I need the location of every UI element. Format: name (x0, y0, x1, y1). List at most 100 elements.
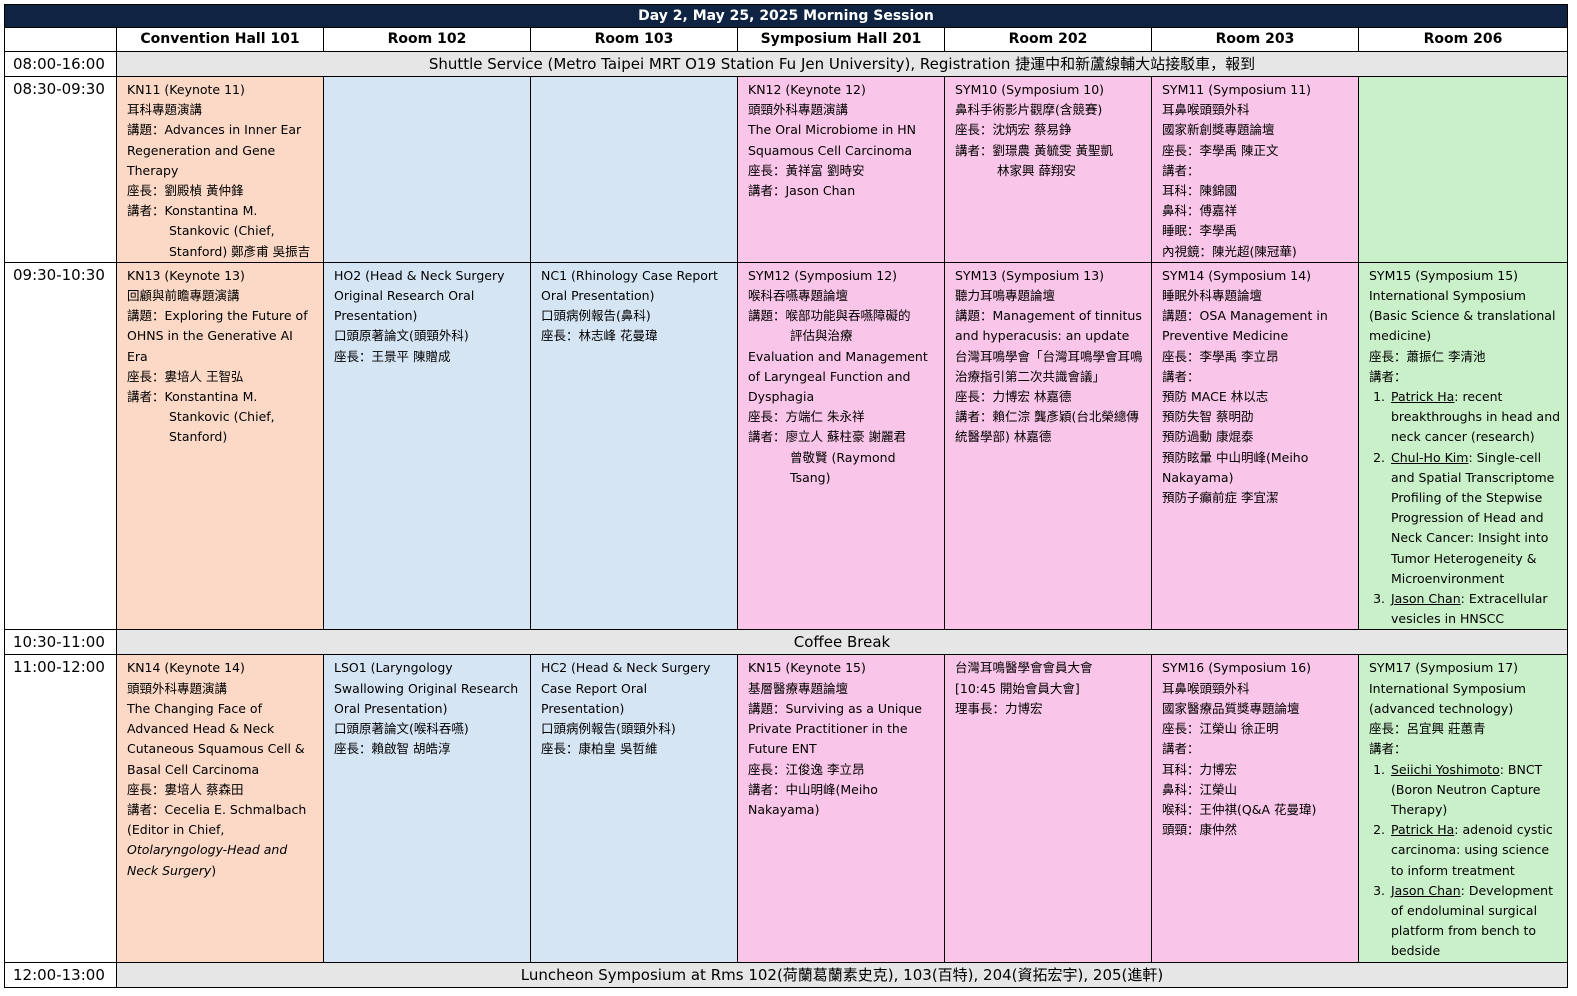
header-row: Convention Hall 101 Room 102 Room 103 Sy… (4, 27, 1568, 52)
session-empty-room-206 (1358, 76, 1568, 263)
session-speakers-label: 講者： (1369, 741, 1407, 757)
session-kn12: KN12 (Keynote 12) 頭頸外科專題演講 The Oral Micr… (737, 76, 945, 263)
speaker-link[interactable]: Chul-Ho Kim (1391, 450, 1468, 465)
session-topic: 講題：Advances in Inner Ear Regeneration an… (127, 122, 302, 178)
coffee-banner: Coffee Break (116, 629, 1568, 656)
session-topic: 講題：喉部功能與吞嚥障礙的 (748, 308, 911, 324)
session-zh-title: 鼻科手術影片觀摩(含競賽) (955, 102, 1103, 118)
session-kn14: KN14 (Keynote 14) 頭頸外科專題演講 The Changing … (116, 654, 324, 963)
header-symposium-hall-201: Symposium Hall 201 (737, 27, 945, 52)
session-sym13: SYM13 (Symposium 13) 聽力耳鳴專題論壇 講題：Managem… (944, 261, 1152, 631)
session-speakers-label: 講者： (1162, 741, 1200, 757)
session-speaker-cont: Stanford) 鄭彥甫 吳振吉 (169, 243, 311, 259)
session-kn15: KN15 (Keynote 15) 基層醫療專題論壇 講題：Surviving … (737, 654, 945, 963)
session-zh-title: 頭頸外科專題演講 (748, 102, 849, 118)
session-zh-subtitle: 台灣耳鳴學會「台灣耳鳴學會耳鳴治療指引第二次共識會議」 (955, 348, 1143, 384)
speaker-item: 預防失智 蔡明劭 (1162, 409, 1254, 425)
journal-name: Otolaryngology-Head and Neck Surgery (127, 842, 288, 878)
shuttle-row: 08:00-16:00 Shuttle Service (Metro Taipe… (4, 51, 1568, 77)
header-room-206: Room 206 (1358, 27, 1568, 52)
session-chair: 座長：李學禹 陳正文 (1162, 142, 1279, 158)
speaker-list-item: Seiichi Yoshimoto: BNCT (Boron Neutron C… (1389, 760, 1561, 821)
speaker-list-item: Chul-Ho Kim: Single-cell and Spatial Tra… (1389, 448, 1561, 589)
session-chair: 座長：林志峰 花曼瑋 (541, 328, 658, 344)
speaker-link[interactable]: Jason Chan (1391, 883, 1461, 898)
session-zh-subtitle: 國家新創獎專題論壇 (1162, 122, 1275, 138)
session-zh-title: 睡眠外科專題論壇 (1162, 288, 1263, 304)
session-chair: 座長：黃祥富 劉時安 (748, 162, 865, 178)
speaker-link[interactable]: Patrick Ha (1391, 822, 1454, 837)
session-chair: 座長：方端仁 朱永祥 (748, 409, 865, 425)
session-speaker-cont: 林家興 薛翔安 (997, 162, 1076, 178)
session-code: SYM15 (Symposium 15) (1369, 267, 1519, 283)
speaker-list: Patrick Ha: recent breakthroughs in head… (1369, 387, 1561, 629)
session-sym12: SYM12 (Symposium 12) 喉科吞嚥專題論壇 講題：喉部功能與吞嚥… (737, 261, 945, 631)
session-zh-title: 喉科吞嚥專題論壇 (748, 288, 849, 304)
speaker-topic: : Single-cell and Spatial Transcriptome … (1391, 449, 1555, 586)
session-sym11: SYM11 (Symposium 11) 耳鼻喉頭頸外科 國家新創獎專題論壇 座… (1151, 76, 1359, 263)
session-code: KN11 (Keynote 11) (127, 82, 245, 97)
speaker-link[interactable]: Seiichi Yoshimoto (1391, 762, 1500, 777)
session-code: SYM10 (Symposium 10) (955, 82, 1105, 97)
session-speakers-label: 講者： (1162, 162, 1200, 178)
speaker-item: 頭頸：康仲然 (1162, 822, 1238, 838)
speaker-item: 預防 MACE 林以志 (1162, 389, 1269, 405)
speaker-item: 耳科：陳錦國 (1162, 183, 1238, 199)
session-chair: 座長：江俊逸 李立昂 (748, 761, 865, 777)
meeting-title: 台灣耳鳴醫學會會員大會 (955, 660, 1093, 676)
speaker-link[interactable]: Jason Chan (1391, 591, 1461, 606)
session-chair: 座長：康柏皇 吳哲維 (541, 741, 658, 757)
header-room-102: Room 102 (323, 27, 531, 52)
schedule-title: Day 2, May 25, 2025 Morning Session (4, 4, 1568, 28)
header-room-202: Room 202 (944, 27, 1152, 52)
session-kn13: KN13 (Keynote 13) 回顧與前瞻專題演講 講題：Exploring… (116, 261, 324, 631)
session-speaker-cont: Stanford) (169, 429, 228, 445)
speaker-list-item: Patrick Ha: recent breakthroughs in head… (1389, 387, 1561, 448)
session-topic: 講題：OSA Management in Preventive Medicine (1162, 308, 1328, 344)
session-room-202-meeting: 台灣耳鳴醫學會會員大會 [10:45 開始會員大會] 理事長：力博宏 (944, 654, 1152, 963)
luncheon-banner: Luncheon Symposium at Rms 102(荷蘭葛蘭素史克), … (116, 961, 1568, 988)
speaker-item: 鼻科：傅嘉祥 (1162, 203, 1238, 219)
meeting-time: [10:45 開始會員大會] (955, 680, 1080, 696)
session-speaker: 講者：賴仁淙 龔彥穎(台北榮總傳統醫學部) 林嘉德 (955, 409, 1139, 445)
coffee-row: 10:30-11:00 Coffee Break (4, 629, 1568, 656)
session-zh-title: 口頭原著論文(頭頸外科) (334, 328, 469, 344)
session-zh-title: 頭頸外科專題演講 (127, 680, 228, 696)
session-topic: The Oral Microbiome in HN Squamous Cell … (748, 122, 916, 158)
session-chair: 座長：婁培人 王智弘 (127, 368, 244, 384)
speaker-item: 喉科：王仲祺(Q&A 花曼瑋) (1162, 801, 1317, 817)
shuttle-banner: Shuttle Service (Metro Taipei MRT O19 St… (116, 51, 1568, 77)
luncheon-row: 12:00-13:00 Luncheon Symposium at Rms 10… (4, 961, 1568, 988)
session-chair: 座長：劉殿楨 黃仲鋒 (127, 183, 244, 199)
session-zh-title: 耳鼻喉頭頸外科 (1162, 680, 1250, 696)
session-speaker: 講者：劉璟農 黃毓雯 黃聖凱 (955, 142, 1113, 158)
speaker-list-item: Patrick Ha: adenoid cystic carcinoma: us… (1389, 820, 1561, 881)
title-row: Day 2, May 25, 2025 Morning Session (4, 4, 1568, 28)
time-slot: 10:30-11:00 (4, 629, 117, 656)
session-topic: 講題：Surviving as a Unique Private Practit… (748, 700, 922, 757)
session-code: LSO1 (Laryngology Swallowing Original Re… (334, 660, 519, 716)
speaker-item: 內視鏡：陳光超(陳冠華) (1162, 243, 1297, 259)
slot-0830-row: 08:30-09:30 KN11 (Keynote 11) 耳科專題演講 講題：… (4, 76, 1568, 263)
session-topic: 講題：Management of tinnitus and hyperacusi… (955, 308, 1142, 344)
session-kn11: KN11 (Keynote 11) 耳科專題演講 講題：Advances in … (116, 76, 324, 263)
session-speaker-cont: Stankovic (Chief, (169, 223, 275, 239)
session-sym14: SYM14 (Symposium 14) 睡眠外科專題論壇 講題：OSA Man… (1151, 261, 1359, 631)
session-topic: The Changing Face of Advanced Head & Nec… (127, 700, 305, 777)
session-zh-title: 耳科專題演講 (127, 102, 203, 118)
speaker-list: Seiichi Yoshimoto: BNCT (Boron Neutron C… (1369, 760, 1561, 962)
session-chair: 座長：賴啟智 胡皓淳 (334, 741, 451, 757)
session-nc1: NC1 (Rhinology Case Report Oral Presenta… (530, 261, 738, 631)
speaker-item: 鼻科：江榮山 (1162, 781, 1238, 797)
time-slot: 12:00-13:00 (4, 961, 117, 988)
session-zh-title: 基層醫療專題論壇 (748, 680, 849, 696)
session-chair: 座長：力博宏 林嘉德 (955, 389, 1072, 405)
session-speaker: 講者：Jason Chan (748, 183, 856, 199)
slot-1100-row: 11:00-12:00 KN14 (Keynote 14) 頭頸外科專題演講 T… (4, 654, 1568, 963)
session-chair: 座長：婁培人 蔡森田 (127, 781, 244, 797)
session-speaker: 講者：Konstantina M. (127, 389, 258, 405)
session-empty-room-103 (530, 76, 738, 263)
speaker-link[interactable]: Patrick Ha (1391, 389, 1454, 404)
time-slot: 11:00-12:00 (4, 654, 117, 963)
session-empty-room-102 (323, 76, 531, 263)
